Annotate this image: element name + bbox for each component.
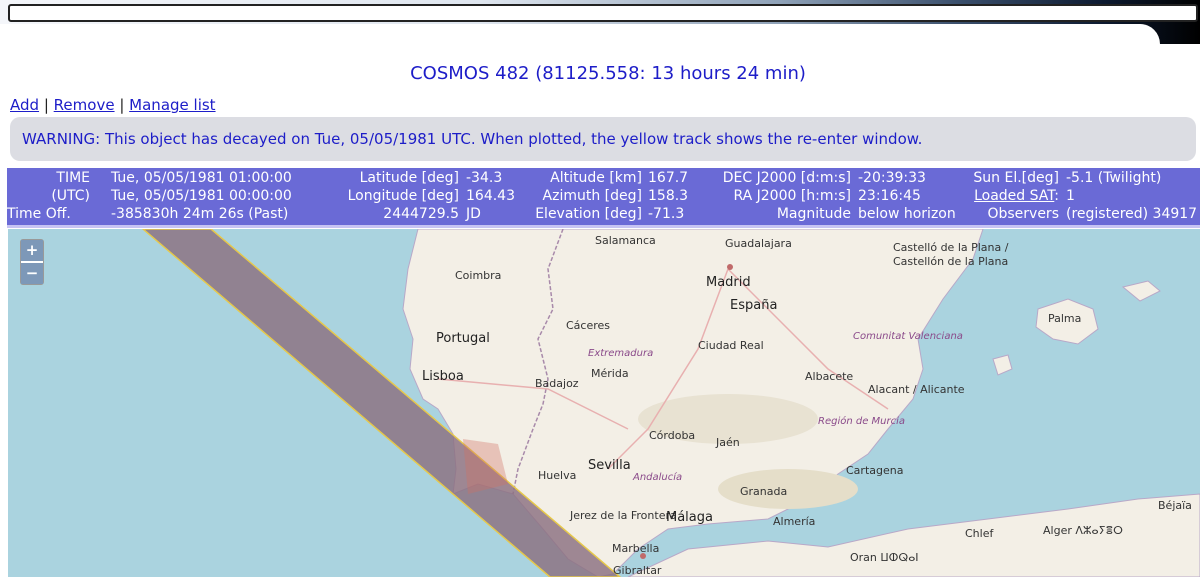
- city-label: Madrid: [706, 275, 751, 290]
- azimuth-value: 158.3: [648, 188, 689, 204]
- latitude-label: Latitude [deg]: [359, 170, 459, 186]
- map-canvas: Portugal España Extremadura Andalucía Re…: [141, 229, 1200, 577]
- city-label: Castelló de la Plana / Castellón de la Pl…: [893, 241, 1009, 268]
- city-label: Lisboa: [422, 369, 464, 384]
- utc-value: Tue, 05/05/1981 00:00:00: [111, 188, 292, 204]
- satellite-info-panel: TIME Tue, 05/05/1981 01:00:00 (UTC) Tue,…: [7, 168, 1200, 228]
- city-label: Béjaïa: [1158, 499, 1192, 512]
- zoom-out-button[interactable]: −: [21, 263, 43, 284]
- country-label: España: [730, 298, 777, 313]
- longitude-label: Longitude [deg]: [347, 188, 459, 204]
- city-label: Salamanca: [595, 234, 656, 247]
- ground-track-map[interactable]: Portugal España Extremadura Andalucía Re…: [8, 229, 1200, 577]
- dec-value: -20:39:33: [858, 170, 926, 186]
- city-label: Huelva: [538, 469, 576, 482]
- region-label: Región de Murcia: [818, 415, 905, 427]
- observers-value: (registered) 34917: [1066, 206, 1198, 222]
- city-label: Oran ⵡⵀⵕⴰⵏ: [850, 551, 919, 564]
- city-label: Málaga: [666, 510, 713, 525]
- ra-label: RA J2000 [h:m:s]: [733, 188, 851, 204]
- city-label: Palma: [1048, 312, 1081, 325]
- banner-edge: [0, 24, 1160, 44]
- separator: |: [43, 96, 49, 114]
- browser-banner: [0, 0, 1200, 44]
- decay-warning: WARNING: This object has decayed on Tue,…: [10, 117, 1196, 161]
- time-value: Tue, 05/05/1981 01:00:00: [111, 170, 292, 186]
- city-label-line: Castellón de la Plana: [893, 255, 1008, 268]
- julian-date-label: JD: [466, 206, 481, 222]
- altitude-label: Altitude [km]: [550, 170, 642, 186]
- remove-link[interactable]: Remove: [54, 96, 115, 114]
- city-label: Alger ⴷⵣⴰⵢⴻⵔ: [1043, 524, 1123, 537]
- city-label: Alacant / Alicante: [868, 383, 965, 396]
- elevation-value: -71.3: [648, 206, 685, 222]
- city-label: Córdoba: [649, 429, 695, 442]
- city-label-line: Castelló de la Plana /: [893, 241, 1009, 254]
- city-label: Mérida: [591, 367, 629, 380]
- city-label: Granada: [740, 485, 787, 498]
- separator: |: [119, 96, 125, 114]
- city-label: Badajoz: [535, 377, 579, 390]
- manage-list-link[interactable]: Manage list: [129, 96, 215, 114]
- city-label: Gibraltar: [613, 564, 662, 577]
- city-label: Jaén: [715, 436, 740, 449]
- ibiza-island: [992, 354, 1013, 376]
- magnitude-label: Magnitude: [776, 206, 851, 222]
- ra-value: 23:16:45: [858, 188, 921, 204]
- offset-label: Time Off.: [7, 206, 71, 222]
- offset-value: -385830h 24m 26s (Past): [111, 206, 289, 222]
- address-field[interactable]: [8, 4, 1198, 22]
- city-label: Albacete: [805, 370, 853, 383]
- longitude-value: 164.43: [466, 188, 515, 204]
- city-label: Marbella: [612, 542, 659, 555]
- azimuth-label: Azimuth [deg]: [542, 188, 642, 204]
- add-link[interactable]: Add: [10, 96, 39, 114]
- julian-date-value: 2444729.5: [383, 206, 459, 222]
- region-label: Comunitat Valenciana: [853, 331, 963, 342]
- observers-label: Observers: [987, 206, 1059, 222]
- city-label: Almería: [773, 515, 815, 528]
- city-label: Ciudad Real: [698, 339, 764, 352]
- city-label: Cáceres: [566, 319, 610, 332]
- city-label: Cartagena: [846, 464, 903, 477]
- loaded-sat-value: 1: [1066, 188, 1075, 204]
- utc-label: (UTC): [51, 188, 90, 204]
- menorca-island: [1121, 280, 1161, 302]
- relief-area: [718, 469, 858, 509]
- country-label: Portugal: [436, 331, 490, 346]
- time-label: TIME: [56, 170, 90, 186]
- loaded-sat-label: Loaded SAT:: [974, 187, 1059, 205]
- magnitude-value: below horizon: [858, 206, 956, 222]
- loaded-sat-link[interactable]: Loaded SAT: [974, 188, 1054, 204]
- sun-elevation-value: -5.1 (Twilight): [1066, 170, 1162, 186]
- zoom-in-button[interactable]: +: [21, 240, 43, 261]
- dec-label: DEC J2000 [d:m:s]: [722, 170, 851, 186]
- page-title: COSMOS 482 (81125.558: 13 hours 24 min): [410, 63, 806, 84]
- region-label: Andalucía: [632, 471, 682, 483]
- city-label: Chlef: [965, 527, 994, 540]
- city-label: Jerez de la Frontera: [569, 509, 677, 522]
- city-label: Guadalajara: [725, 237, 792, 250]
- city-label: Sevilla: [588, 458, 631, 473]
- sun-elevation-label: Sun El.[deg]: [973, 170, 1059, 186]
- elevation-label: Elevation [deg]: [535, 206, 642, 222]
- latitude-value: -34.3: [466, 170, 503, 186]
- city-marker: [727, 264, 733, 270]
- city-label: Coimbra: [455, 269, 501, 282]
- loaded-sat-colon: :: [1054, 188, 1059, 204]
- list-actions: Add | Remove | Manage list: [10, 96, 216, 114]
- zoom-control: + −: [20, 239, 44, 285]
- region-label: Extremadura: [588, 348, 653, 359]
- altitude-value: 167.7: [648, 170, 689, 186]
